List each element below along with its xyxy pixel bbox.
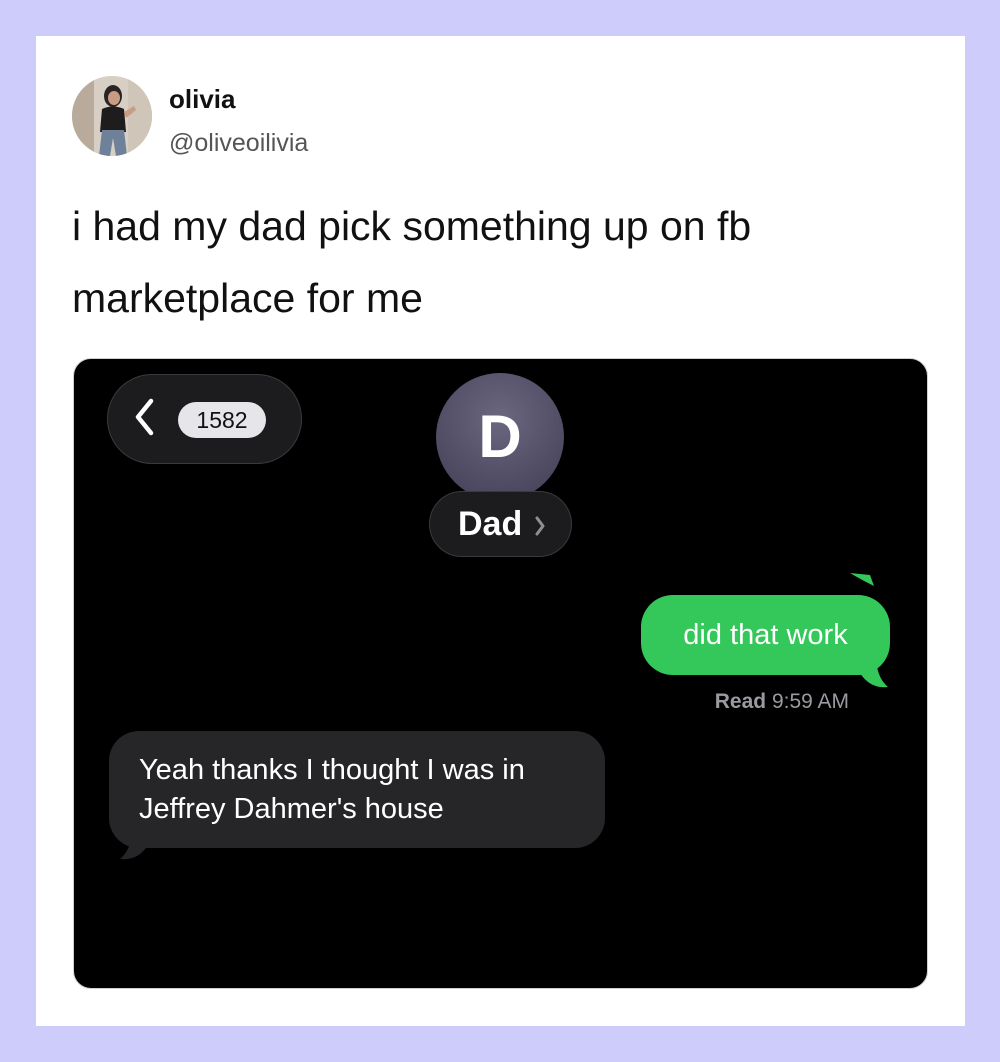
contact-name: Dad — [458, 505, 523, 543]
display-name[interactable]: olivia — [169, 84, 235, 114]
back-button: 1582 — [107, 374, 302, 464]
message-tail-fragment — [850, 573, 874, 586]
unread-count-badge: 1582 — [178, 402, 266, 438]
tweet-card: olivia @oliveoilivia i had my dad pick s… — [36, 36, 965, 1026]
read-time: 9:59 AM — [771, 690, 849, 713]
chevron-right-icon — [535, 516, 545, 536]
profile-photo — [72, 76, 152, 156]
received-message-bubble: Yeah thanks I thought I was in Jeffrey D… — [109, 731, 605, 848]
sent-message-bubble: did that work — [641, 595, 890, 675]
tweet-text: i had my dad pick something up on fb mar… — [72, 203, 752, 321]
profile-avatar[interactable] — [72, 76, 152, 156]
contact-name-pill: Dad — [429, 491, 572, 557]
messages-screenshot: 1582 D Dad did that work Read 9:59 AM Ye… — [73, 358, 928, 989]
contact-avatar: D — [436, 373, 564, 501]
chevron-left-icon — [135, 398, 154, 436]
received-bubble-tail — [120, 829, 148, 860]
sent-bubble-tail — [860, 655, 888, 688]
read-label: Read — [714, 690, 767, 713]
user-handle[interactable]: @oliveoilivia — [169, 128, 308, 158]
read-receipt: Read 9:59 AM — [574, 689, 849, 715]
